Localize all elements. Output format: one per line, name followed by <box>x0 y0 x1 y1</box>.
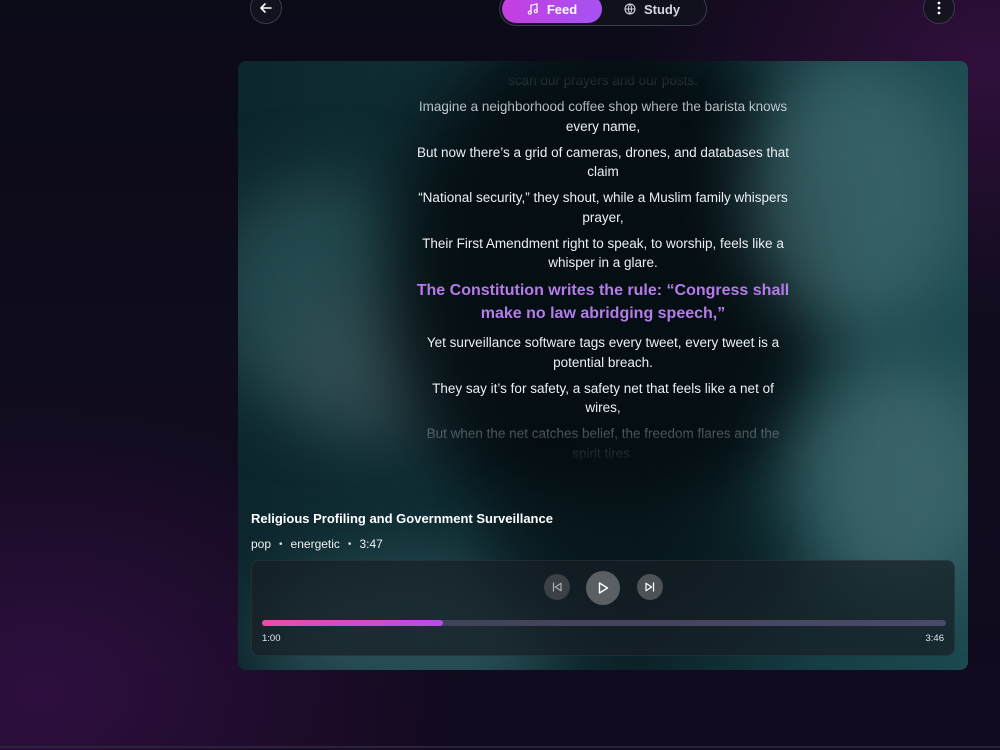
separator-dot: • <box>347 538 352 550</box>
back-button[interactable] <box>250 0 282 24</box>
tab-study-label: Study <box>643 1 681 17</box>
lyric-line-active: The Constitution writes the rule: “Congr… <box>416 282 790 322</box>
previous-button[interactable] <box>544 574 570 600</box>
lyric-line: Imagine a neighborhood coffee shop where… <box>418 99 788 134</box>
bottom-divider <box>0 746 1000 748</box>
song-title: Religious Profiling and Government Surve… <box>251 511 553 526</box>
skip-next-icon <box>645 582 655 592</box>
skip-previous-icon <box>552 582 562 592</box>
current-time: 1:00 <box>262 633 281 644</box>
lyric-line: They say it’s for safety, a safety net t… <box>432 380 774 416</box>
music-note-icon <box>527 3 538 15</box>
lyric-line: But when the net catches belief, the fre… <box>426 426 780 461</box>
lyrics-panel[interactable]: scan our prayers and our posts. Imagine … <box>413 71 793 466</box>
lyric-line: Their First Amendment right to speak, to… <box>422 235 784 271</box>
arrow-left-icon <box>260 3 272 13</box>
tab-study[interactable]: Study <box>602 0 702 23</box>
separator-dot: • <box>279 538 283 550</box>
lyric-line: Yet surveillance software tags every twe… <box>426 335 780 370</box>
tab-feed-label: Feed <box>546 1 578 17</box>
song-duration: 3:47 <box>359 537 383 551</box>
playback-controls: 1:00 3:46 <box>251 560 955 656</box>
more-options-button[interactable] <box>923 0 955 24</box>
play-button[interactable] <box>586 571 620 605</box>
progress-fill <box>262 620 444 626</box>
play-icon <box>598 582 609 594</box>
song-genre: pop <box>251 537 272 551</box>
kebab-vertical-icon <box>937 1 941 15</box>
view-switcher: Feed Study <box>499 0 707 26</box>
song-mood: energetic <box>290 537 340 551</box>
globe-icon <box>624 3 636 15</box>
song-player-card: scan our prayers and our posts. Imagine … <box>238 61 968 670</box>
next-button[interactable] <box>637 574 663 600</box>
tab-feed[interactable]: Feed <box>502 0 602 23</box>
total-time: 3:46 <box>925 633 945 644</box>
progress-bar[interactable] <box>262 620 946 626</box>
lyric-line: “National security,” they shout, while a… <box>418 190 788 225</box>
song-meta: pop • energetic • 3:47 <box>251 537 383 551</box>
lyric-line: scan our prayers and our posts. <box>508 73 698 88</box>
lyric-line: But now there’s a grid of cameras, drone… <box>417 144 789 180</box>
